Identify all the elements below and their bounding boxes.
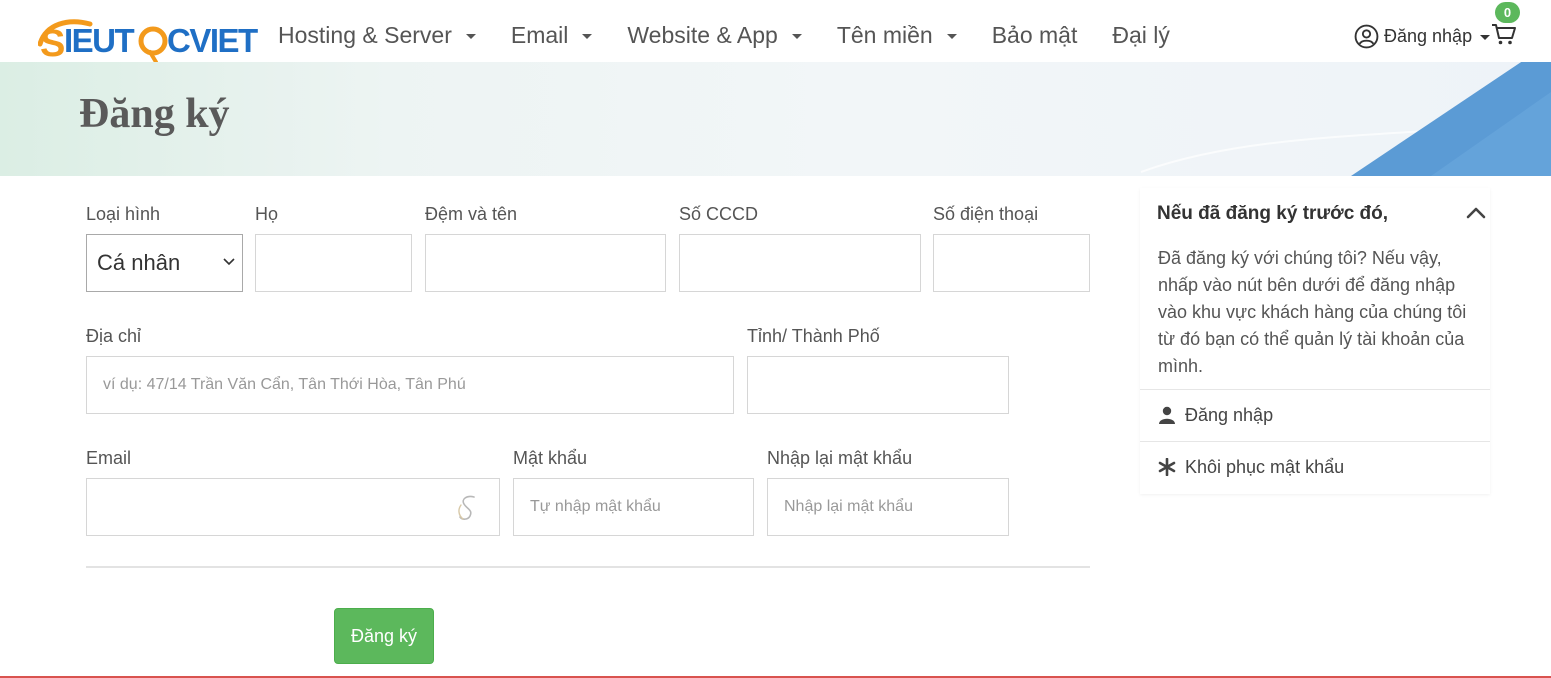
user-circle-icon	[1354, 24, 1379, 49]
form-divider	[86, 566, 1090, 568]
first-name-field	[425, 234, 666, 292]
svg-text:CVIET: CVIET	[167, 22, 258, 59]
type-select[interactable]: Cá nhân	[86, 234, 243, 292]
id-number-label: Số CCCD	[679, 204, 759, 224]
phone-input[interactable]	[934, 235, 1089, 291]
city-input[interactable]	[748, 357, 1008, 413]
confirm-password-field	[767, 478, 1009, 536]
phone-field	[933, 234, 1090, 292]
page-banner: Đăng ký	[0, 62, 1551, 176]
top-navbar: S IEUT CVIET Hosting & Server Email Webs…	[0, 0, 1551, 68]
type-select-value: Cá nhân	[97, 250, 181, 275]
nav-security[interactable]: Bảo mật	[992, 22, 1078, 49]
nav-email-label: Email	[510, 21, 569, 48]
main-nav: Hosting & Server Email Website & App Tên…	[278, 20, 1205, 50]
email-label: Email	[86, 448, 132, 468]
nav-hosting-label: Hosting & Server	[278, 21, 452, 48]
banner-decoration	[1140, 62, 1551, 176]
caret-down-icon	[1480, 35, 1491, 40]
nav-reseller[interactable]: Đại lý	[1112, 22, 1170, 49]
first-name-label: Đệm và tên	[425, 204, 518, 224]
first-name-input[interactable]	[426, 235, 665, 291]
nav-website-app[interactable]: Website & App	[627, 21, 802, 49]
id-number-input[interactable]	[680, 235, 920, 291]
password-manager-icon[interactable]	[455, 493, 479, 523]
last-name-label: Họ	[255, 204, 279, 224]
sidebar-recover-link[interactable]: Khôi phục mật khẩu	[1140, 442, 1490, 492]
sidebar-description: Đã đăng ký với chúng tôi? Nếu vậy, nhấp …	[1158, 248, 1467, 376]
nav-domain-label: Tên miền	[836, 21, 933, 48]
register-button[interactable]: Đăng ký	[334, 608, 434, 664]
caret-down-icon	[946, 33, 957, 39]
sidebar-recover-label: Khôi phục mật khẩu	[1185, 456, 1345, 477]
logo-mark: S IEUT CVIET	[38, 19, 258, 64]
account-menu[interactable]: Đăng nhập	[1354, 24, 1491, 49]
caret-down-icon	[791, 33, 802, 39]
user-icon	[1158, 405, 1176, 425]
page-title: Đăng ký	[79, 91, 230, 137]
address-label: Địa chỉ	[86, 326, 142, 346]
last-name-field	[255, 234, 412, 292]
password-field	[513, 478, 754, 536]
chevron-down-icon	[223, 258, 235, 266]
svg-text:S: S	[40, 23, 64, 64]
sidebar-title: Nếu đã đăng ký trước đó,	[1157, 203, 1389, 224]
last-name-input[interactable]	[256, 235, 411, 291]
email-field	[86, 478, 500, 536]
cart-icon[interactable]	[1491, 22, 1517, 46]
login-sidebar: Nếu đã đăng ký trước đó, Đã đăng ký với …	[1140, 188, 1490, 494]
confirm-password-label: Nhập lại mật khẩu	[767, 448, 913, 468]
type-label: Loại hình	[86, 204, 161, 224]
email-input[interactable]	[87, 479, 499, 535]
phone-label: Số điện thoại	[933, 204, 1039, 224]
nav-domain[interactable]: Tên miền	[837, 22, 957, 49]
nav-reseller-label: Đại lý	[1112, 21, 1170, 48]
sidebar-login-link[interactable]: Đăng nhập	[1140, 390, 1490, 440]
nav-website-app-label: Website & App	[627, 21, 778, 48]
cart-count-badge: 0	[1495, 2, 1520, 23]
address-field	[86, 356, 734, 414]
account-label: Đăng nhập	[1384, 26, 1473, 46]
city-field	[747, 356, 1009, 414]
city-label: Tỉnh/ Thành Phố	[747, 326, 880, 346]
password-label: Mật khẩu	[513, 448, 588, 468]
svg-text:IEUT: IEUT	[64, 22, 135, 59]
nav-hosting[interactable]: Hosting & Server	[278, 22, 476, 49]
nav-security-label: Bảo mật	[991, 21, 1078, 48]
brand-logo[interactable]: S IEUT CVIET	[38, 14, 258, 64]
confirm-password-input[interactable]	[768, 479, 1008, 535]
address-input[interactable]	[87, 357, 733, 413]
caret-down-icon	[582, 33, 593, 39]
asterisk-icon	[1158, 457, 1176, 477]
password-input[interactable]	[514, 479, 753, 535]
caret-down-icon	[465, 33, 476, 39]
nav-email[interactable]: Email	[511, 22, 593, 49]
sidebar-login-label: Đăng nhập	[1185, 404, 1274, 425]
id-number-field	[679, 234, 921, 292]
chevron-up-icon[interactable]	[1465, 206, 1487, 220]
